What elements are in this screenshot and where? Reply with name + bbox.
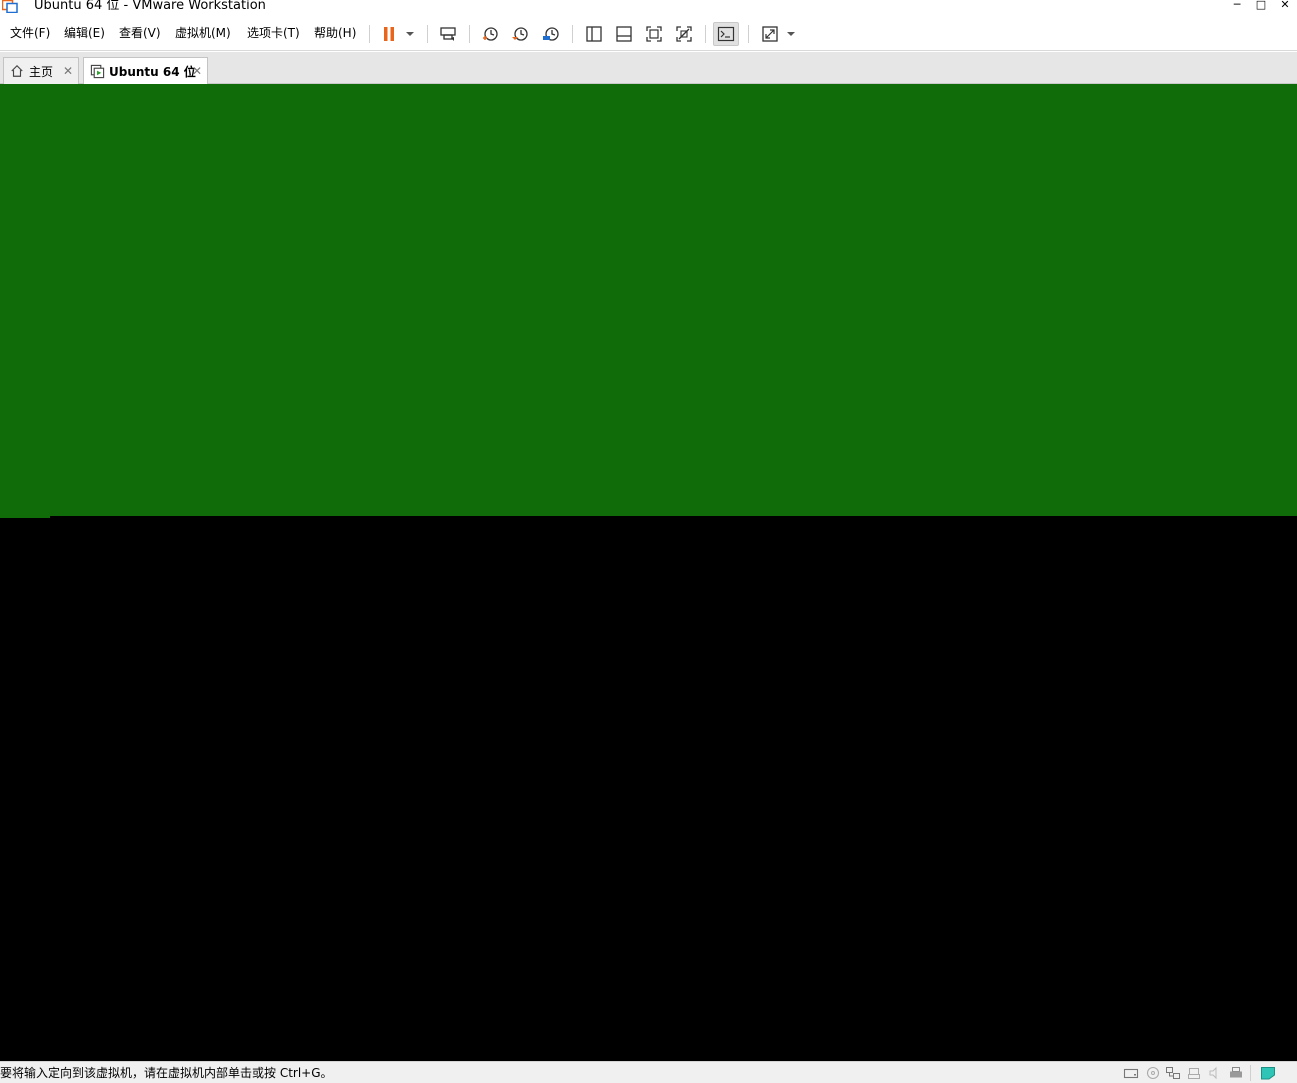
- toolbar-separator: [369, 25, 370, 43]
- menu-vm[interactable]: 虚拟机(M): [175, 26, 231, 41]
- menu-edit[interactable]: 编辑(E): [64, 26, 105, 41]
- toolbar-separator: [572, 25, 573, 43]
- tab-ubuntu-vm[interactable]: Ubuntu 64 位 ✕: [83, 57, 208, 85]
- home-icon: [9, 63, 25, 79]
- sound-icon[interactable]: [1207, 1066, 1223, 1080]
- window-title: Ubuntu 64 位 - VMware Workstation: [34, 0, 266, 13]
- network-adapter-icon[interactable]: [1165, 1066, 1181, 1080]
- vmware-logo-icon: [1, 0, 18, 14]
- hard-disk-icon[interactable]: [1123, 1066, 1139, 1080]
- cd-dvd-icon[interactable]: [1145, 1066, 1161, 1080]
- full-screen-icon[interactable]: [643, 23, 665, 45]
- console-view-icon[interactable]: [713, 22, 739, 46]
- snapshot-manager-icon[interactable]: [540, 23, 562, 45]
- message-log-icon[interactable]: [1260, 1066, 1276, 1080]
- usb-icon[interactable]: [1186, 1066, 1202, 1080]
- printer-icon[interactable]: [1228, 1066, 1244, 1080]
- title-bar: Ubuntu 64 位 - VMware Workstation ─ □ ✕: [0, 0, 1297, 14]
- dropdown-arrow-icon[interactable]: [399, 23, 421, 45]
- show-library-icon[interactable]: [583, 23, 605, 45]
- status-bar: 要将输入定向到该虚拟机，请在虚拟机内部单击或按 Ctrl+G。: [0, 1061, 1297, 1083]
- unity-icon[interactable]: [673, 23, 695, 45]
- tab-home-label: 主页: [29, 64, 54, 79]
- status-message: 要将输入定向到该虚拟机，请在虚拟机内部单击或按 Ctrl+G。: [0, 1066, 333, 1080]
- snapshot-revert-icon[interactable]: [509, 23, 531, 45]
- toolbar-separator: [748, 25, 749, 43]
- vm-running-icon: [89, 64, 105, 80]
- menu-tabs[interactable]: 选项卡(T): [247, 26, 300, 41]
- guest-screen-green-region: [0, 84, 1297, 516]
- show-thumbnail-bar-icon[interactable]: [613, 23, 635, 45]
- pause-icon[interactable]: [378, 23, 400, 45]
- toolbar-separator: [705, 25, 706, 43]
- maximize-button[interactable]: □: [1249, 0, 1273, 12]
- close-tab-home-icon[interactable]: ✕: [63, 64, 73, 78]
- status-separator: [1250, 1065, 1251, 1081]
- vm-console-display[interactable]: [0, 84, 1297, 1061]
- tab-strip: 主页 ✕ Ubuntu 64 位 ✕: [0, 52, 1297, 85]
- menu-view[interactable]: 查看(V): [119, 26, 161, 41]
- tab-ubuntu-label: Ubuntu 64 位: [109, 65, 196, 79]
- close-window-button[interactable]: ✕: [1273, 0, 1297, 12]
- toolbar-separator: [469, 25, 470, 43]
- menu-toolbar: 文件(F) 编辑(E) 查看(V) 虚拟机(M) 选项卡(T) 帮助(H): [0, 16, 1297, 51]
- menu-file[interactable]: 文件(F): [10, 26, 50, 41]
- tab-home[interactable]: 主页 ✕: [3, 57, 79, 84]
- menu-help[interactable]: 帮助(H): [314, 26, 356, 41]
- minimize-button[interactable]: ─: [1225, 0, 1249, 12]
- snapshot-take-icon[interactable]: [479, 23, 501, 45]
- send-ctrl-alt-del-icon[interactable]: [437, 23, 459, 45]
- stretch-guest-icon[interactable]: [759, 23, 781, 45]
- guest-screen-edge: [0, 516, 50, 518]
- toolbar-separator: [427, 25, 428, 43]
- dropdown-arrow-icon[interactable]: [780, 23, 802, 45]
- close-tab-ubuntu-icon[interactable]: ✕: [192, 64, 202, 78]
